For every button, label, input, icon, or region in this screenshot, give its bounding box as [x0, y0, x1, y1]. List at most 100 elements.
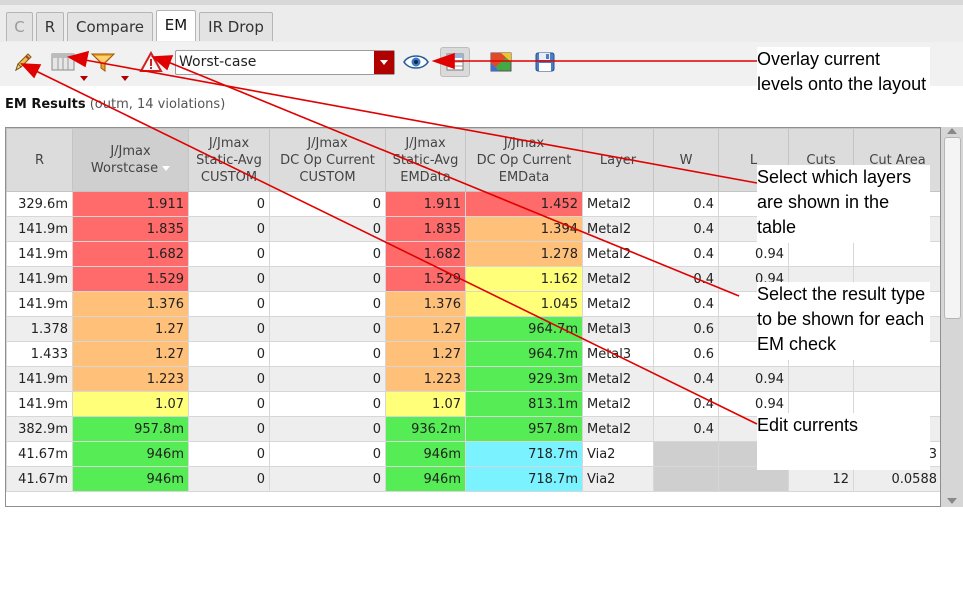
table-cell: 1.529 [72, 266, 189, 292]
scroll-down-icon[interactable] [947, 498, 957, 504]
edit-currents-button[interactable] [8, 47, 38, 77]
table-cell: 1.223 [72, 366, 189, 392]
window-top-edge [0, 0, 963, 5]
table-cell: Metal2 [582, 391, 654, 417]
table-cell: 0.4 [653, 241, 719, 267]
column-header[interactable]: W [653, 128, 719, 192]
table-row[interactable]: 41.67m 946m 0 0 946m 718.7m Via2 12 0.0588 [6, 466, 940, 492]
table-cell: 1.835 [72, 216, 189, 242]
column-header[interactable]: R [6, 128, 73, 192]
results-title: EM Results [5, 97, 86, 112]
filter-dropdown-arrow[interactable] [121, 76, 129, 81]
table-cell: 1.27 [72, 316, 189, 342]
table-cell: 1.433 [6, 341, 73, 367]
table-cell: 0 [269, 241, 386, 267]
result-type-select[interactable]: Worst-case [175, 50, 395, 75]
table-cell: 0.94 [718, 366, 789, 392]
table-cell [788, 366, 854, 392]
layers-dropdown-arrow[interactable] [80, 76, 88, 81]
table-view-button[interactable] [440, 47, 470, 77]
callout-edit: Edit currents [757, 413, 930, 470]
tab-r[interactable]: R [36, 12, 64, 41]
column-header[interactable]: Layer [582, 128, 654, 192]
table-cell: 0 [188, 216, 270, 242]
overlay-currents-button[interactable] [401, 47, 431, 77]
table-cell: 0 [269, 216, 386, 242]
warning-icon [139, 51, 163, 72]
table-cell [718, 466, 789, 492]
table-cell: 12 [788, 466, 854, 492]
table-cell: 1.835 [385, 216, 466, 242]
tab-bar: C R Compare EM IR Drop [0, 0, 963, 43]
table-cell: 0 [269, 441, 386, 467]
filter-button[interactable] [88, 47, 118, 77]
tab-em[interactable]: EM [156, 10, 196, 41]
table-cell: 0.4 [653, 266, 719, 292]
table-cell: Metal2 [582, 291, 654, 317]
table-cell: 0 [269, 416, 386, 442]
table-row[interactable]: 141.9m 1.223 0 0 1.223 929.3m Metal2 0.4 0.94 [6, 366, 940, 392]
scroll-up-icon[interactable] [947, 128, 957, 134]
table-cell: 0 [269, 341, 386, 367]
table-cell: 0.94 [718, 241, 789, 267]
table-row[interactable]: 141.9m 1.682 0 0 1.682 1.278 Metal2 0.4 0.94 [6, 241, 940, 267]
color-map-button[interactable] [486, 47, 516, 77]
table-cell: 718.7m [465, 466, 583, 492]
table-cell: 0.4 [653, 416, 719, 442]
table-cell: 0 [188, 316, 270, 342]
column-header[interactable]: J/Jmax Worstcase [72, 128, 189, 192]
violations-button[interactable] [136, 47, 166, 77]
table-cell: 41.67m [6, 441, 73, 467]
table-cell: 813.1m [465, 391, 583, 417]
table-cell: 0.4 [653, 366, 719, 392]
table-cell: 0 [269, 316, 386, 342]
table-cell: 0 [188, 191, 270, 217]
table-cell: 1.27 [72, 341, 189, 367]
table-cell: 141.9m [6, 391, 73, 417]
column-header[interactable]: J/Jmax Static-Avg CUSTOM [188, 128, 270, 192]
layers-select-button[interactable] [48, 47, 78, 77]
table-cell: 1.452 [465, 191, 583, 217]
vertical-scrollbar[interactable] [941, 127, 963, 507]
scrollbar-thumb[interactable] [944, 137, 961, 319]
eye-icon [403, 55, 429, 69]
tab-ir-drop[interactable]: IR Drop [199, 12, 273, 41]
table-cell: 1.376 [72, 291, 189, 317]
table-cell: Metal2 [582, 366, 654, 392]
table-cell: 957.8m [72, 416, 189, 442]
table-cell: 0 [269, 191, 386, 217]
column-header[interactable]: J/Jmax DC Op Current CUSTOM [269, 128, 386, 192]
table-cell: 718.7m [465, 441, 583, 467]
table-cell: 329.6m [6, 191, 73, 217]
save-button[interactable] [530, 47, 560, 77]
table-cell: 1.223 [385, 366, 466, 392]
column-header[interactable]: J/Jmax DC Op Current EMData [465, 128, 583, 192]
table-cell: 0 [188, 366, 270, 392]
table-cell: Metal2 [582, 416, 654, 442]
table-cell: 1.378 [6, 316, 73, 342]
table-cell: 41.67m [6, 466, 73, 492]
chevron-down-icon[interactable] [374, 51, 394, 74]
table-cell: 0 [269, 266, 386, 292]
results-subtitle: (outm, 14 violations) [89, 97, 226, 112]
table-cell: 0 [188, 241, 270, 267]
table-cell: 0.4 [653, 291, 719, 317]
table-cell: 964.7m [465, 341, 583, 367]
table-cell: Via2 [582, 466, 654, 492]
tab-c[interactable]: C [6, 12, 33, 41]
table-cell: 946m [72, 441, 189, 467]
table-cell: 1.07 [385, 391, 466, 417]
callout-overlay: Overlay current levels onto the layout [757, 47, 930, 124]
table-cell [653, 466, 719, 492]
column-header[interactable]: J/Jmax Static-Avg EMData [385, 128, 466, 192]
table-cell: 141.9m [6, 366, 73, 392]
color-map-icon [490, 52, 512, 72]
table-cell: Metal2 [582, 191, 654, 217]
table-cell: 1.162 [465, 266, 583, 292]
table-cell: Metal3 [582, 316, 654, 342]
tab-compare[interactable]: Compare [67, 12, 153, 41]
table-cell: 141.9m [6, 291, 73, 317]
em-results-window: C R Compare EM IR Drop Worst-case EM Res… [0, 0, 963, 606]
table-cell: 1.376 [385, 291, 466, 317]
table-cell: 1.278 [465, 241, 583, 267]
